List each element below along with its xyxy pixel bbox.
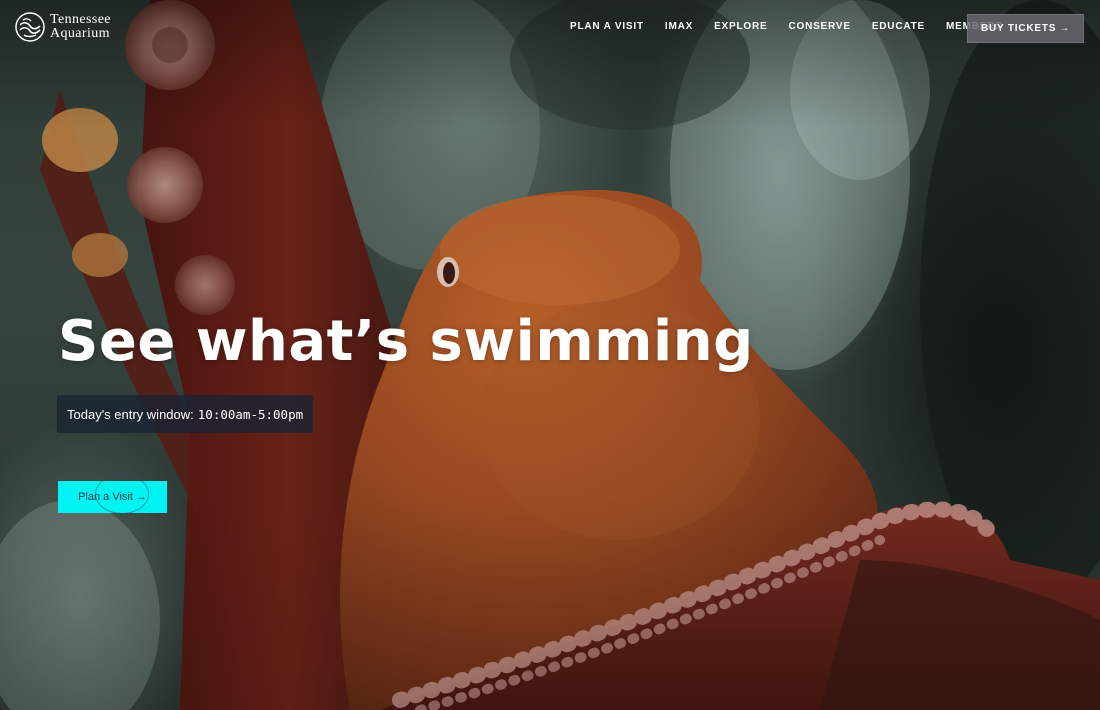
plan-a-visit-label: Plan a Visit bbox=[78, 491, 133, 503]
nav-item-educate[interactable]: EDUCATE bbox=[872, 21, 925, 32]
main-nav: PLAN A VISIT IMAX EXPLORE CONSERVE EDUCA… bbox=[570, 21, 1003, 32]
buy-tickets-button[interactable]: BUY TICKETS → bbox=[967, 14, 1084, 43]
hero-section: Tennessee Aquarium PLAN A VISIT IMAX EXP… bbox=[0, 0, 1100, 710]
entry-window-badge: Today's entry window: 10:00am-5:00pm bbox=[57, 395, 314, 433]
logo[interactable]: Tennessee Aquarium bbox=[15, 12, 111, 42]
entry-window-label: Today's entry window: bbox=[67, 406, 194, 422]
site-header: Tennessee Aquarium PLAN A VISIT IMAX EXP… bbox=[0, 0, 1100, 56]
nav-item-imax[interactable]: IMAX bbox=[665, 21, 693, 32]
tennessee-aquarium-logo-icon bbox=[15, 12, 45, 42]
buy-tickets-label: BUY TICKETS bbox=[980, 23, 1057, 34]
nav-item-plan-a-visit[interactable]: PLAN A VISIT bbox=[570, 21, 644, 32]
entry-window-time: 10:00am-5:00pm bbox=[197, 406, 304, 422]
nav-item-explore[interactable]: EXPLORE bbox=[714, 21, 767, 32]
logo-text: Tennessee Aquarium bbox=[50, 13, 111, 41]
nav-item-conserve[interactable]: CONSERVE bbox=[788, 21, 850, 32]
arrow-right-icon: → bbox=[1059, 23, 1071, 34]
logo-line-1: Tennessee bbox=[50, 12, 111, 27]
arrow-right-icon: → bbox=[135, 491, 147, 503]
plan-a-visit-button[interactable]: Plan a Visit → bbox=[58, 481, 167, 513]
hero-headline: See what’s swimming bbox=[58, 309, 754, 374]
logo-line-2: Aquarium bbox=[50, 26, 110, 41]
